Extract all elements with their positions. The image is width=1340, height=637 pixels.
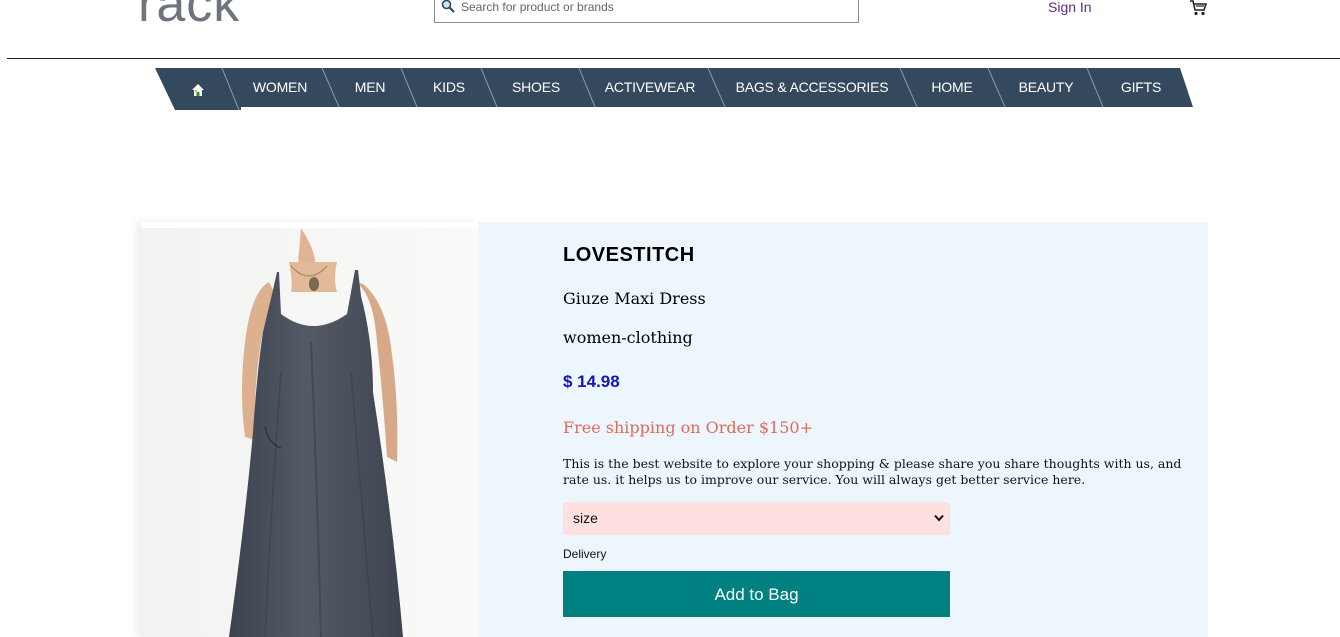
product-price: $ 14.98: [563, 372, 620, 391]
nav-item-kids[interactable]: KIDS: [420, 68, 478, 107]
product-name: Giuze Maxi Dress: [563, 289, 706, 308]
size-select-value: size: [573, 510, 598, 526]
nav-item-gifts[interactable]: GIFTS: [1106, 68, 1176, 107]
size-select[interactable]: size: [563, 502, 950, 535]
main-nav: WOMEN MEN KIDS SHOES ACTIVEWEAR BAGS & A…: [155, 68, 1195, 110]
nav-item-bags-accessories[interactable]: BAGS & ACCESSORIES: [728, 68, 896, 107]
nav-item-activewear[interactable]: ACTIVEWEAR: [598, 68, 702, 107]
search-input[interactable]: [461, 0, 841, 16]
home-icon[interactable]: [191, 83, 205, 97]
product-info-panel: LOVESTITCH Giuze Maxi Dress women-clothi…: [478, 222, 1208, 637]
search-icon: [441, 0, 455, 13]
cart-icon[interactable]: [1189, 0, 1207, 17]
nav-item-shoes[interactable]: SHOES: [500, 68, 572, 107]
nav-item-beauty[interactable]: BEAUTY: [1008, 68, 1084, 107]
add-to-bag-button[interactable]: Add to Bag: [563, 571, 950, 617]
search-box[interactable]: [434, 0, 859, 23]
site-logo[interactable]: rack: [138, 0, 240, 30]
nav-item-men[interactable]: MEN: [342, 68, 398, 107]
nav-item-women[interactable]: WOMEN: [245, 68, 315, 107]
product-brand[interactable]: LOVESTITCH: [563, 244, 695, 267]
chevron-down-icon: [934, 514, 944, 522]
header-divider: [7, 58, 1340, 59]
dress-image: [141, 222, 478, 637]
product-description: This is the best website to explore your…: [563, 456, 1182, 487]
sign-in-link[interactable]: Sign In: [1048, 0, 1092, 15]
product-image[interactable]: [141, 222, 478, 637]
delivery-label: Delivery: [563, 547, 607, 561]
product-category[interactable]: women-clothing: [563, 328, 693, 347]
nav-item-home[interactable]: HOME: [920, 68, 984, 107]
shipping-note: Free shipping on Order $150+: [563, 418, 813, 437]
